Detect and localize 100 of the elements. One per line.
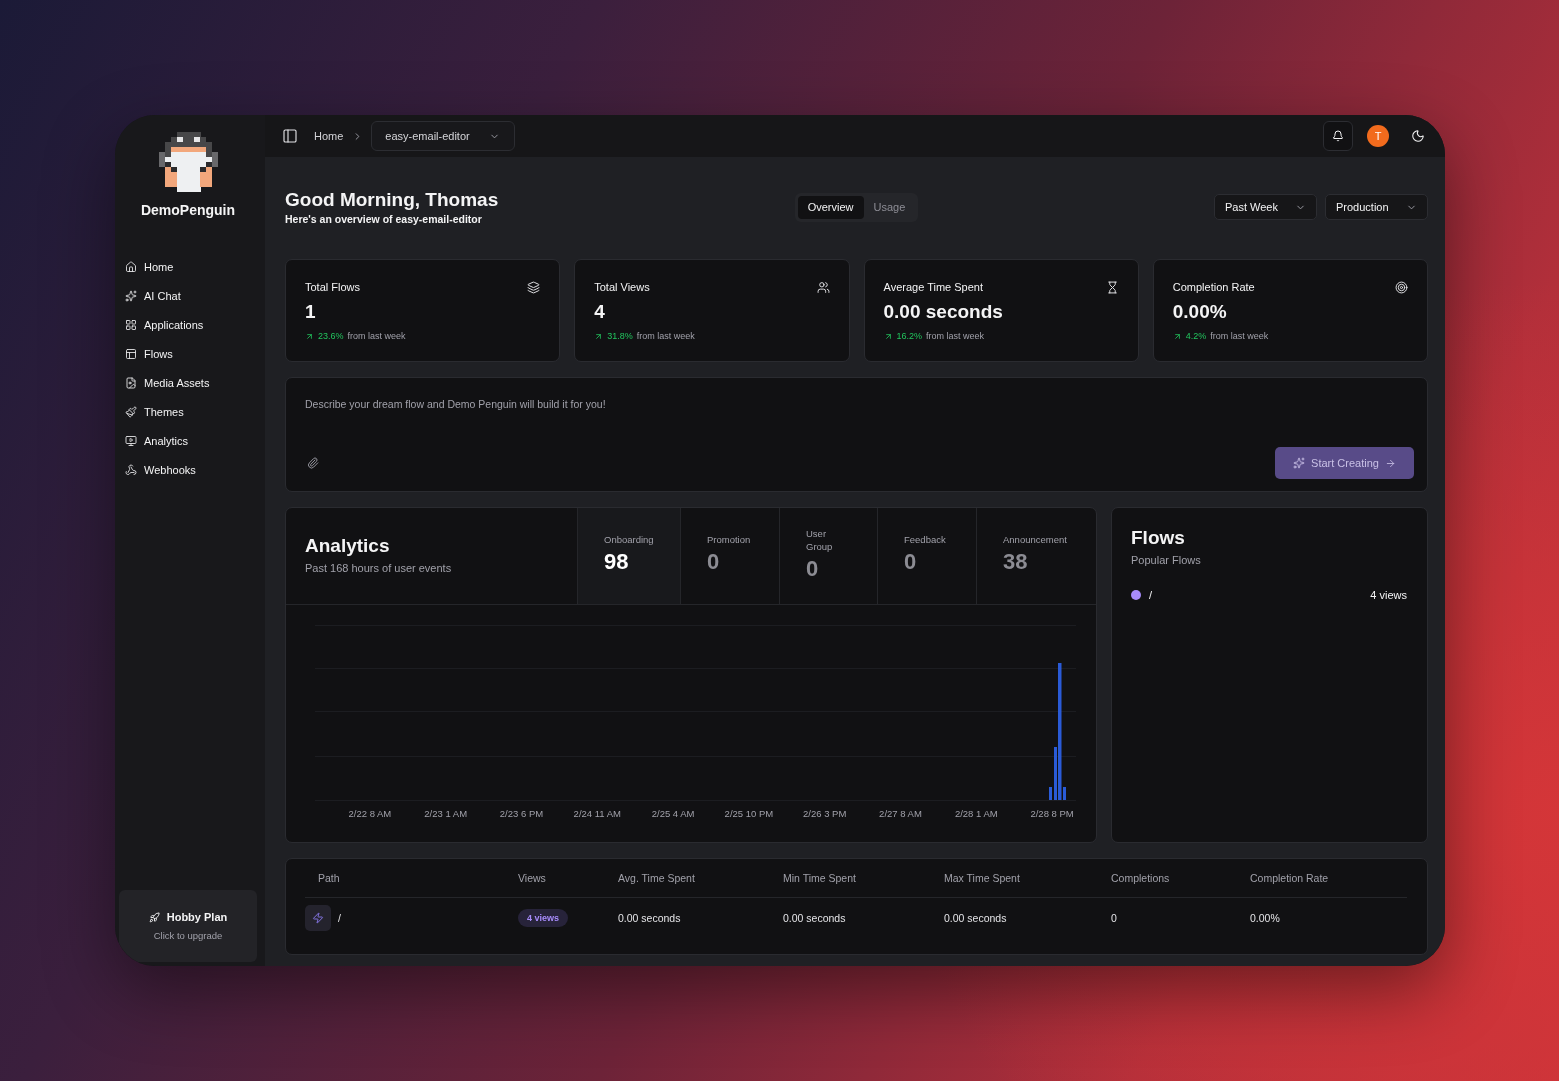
nav-item[interactable]: Themes [119,397,257,426]
layout-icon [125,347,137,360]
column-header: Completion Rate [1250,872,1329,884]
breadcrumb-link[interactable]: Home [314,130,344,142]
upgrade-hint: Click to upgrade [153,930,223,942]
axis-label: 2/25 10 PM [724,808,774,820]
column-header: Max Time Spent [944,872,1020,884]
event-tab[interactable]: User Group 0 [779,508,877,604]
axis-label: 2/26 3 PM [803,808,847,820]
greeting-title: Good Morning, Thomas [285,188,499,211]
axis-label: 2/24 11 AM [573,808,621,820]
table-cell: 0 [1111,912,1117,924]
axis-label: 2/28 8 PM [1030,808,1074,820]
column-header: Path [318,872,340,884]
monitor-icon [125,434,137,447]
column-header: Min Time Spent [783,872,856,884]
table-cell: 0.00 seconds [944,912,1007,924]
layers-icon [527,280,541,294]
stat-change-note: from last week [636,330,695,342]
brand-name: DemoPenguin [140,201,236,219]
nav-item[interactable]: Home [119,252,257,281]
flow-views: 4 views [1370,589,1407,601]
prompt-box[interactable]: Describe your dream flow and Demo Penguin will build it for you! Start Creating [285,377,1428,492]
nav-item[interactable]: AI Chat [119,281,257,310]
stat-change-note: from last week [926,330,985,342]
axis-label: 2/25 4 AM [651,808,695,820]
tab[interactable]: Overview [797,195,864,219]
house-icon [125,260,137,273]
axis-label: 2/23 1 AM [424,808,468,820]
stat-change: 31.8% [607,330,633,342]
panel-subtitle: Popular Flows [1131,553,1201,567]
stat-title: Total Views [594,280,650,294]
axis-label: 2/22 8 AM [348,808,392,820]
stat-value: 0.00 seconds [883,301,1003,323]
sparkles-icon [1293,457,1306,469]
plan-card[interactable]: Hobby Plan Click to upgrade [119,890,257,962]
paperclip-icon[interactable] [307,457,319,469]
start-creating-button[interactable]: Start Creating [1275,447,1414,479]
axis-label: 2/27 8 AM [879,808,922,820]
flow-path: / [1149,589,1153,601]
filter-dropdown[interactable]: Production [1325,194,1428,220]
column-header: Avg. Time Spent [618,872,695,884]
stat-title: Average Time Spent [883,280,983,294]
table-cell: 0.00 seconds [783,912,846,924]
notifications-button[interactable] [1323,121,1353,151]
stat-value: 0.00% [1172,301,1227,323]
webhook-icon [125,463,137,476]
stat-title: Completion Rate [1172,280,1255,294]
event-tab[interactable]: Onboarding 98 [577,508,680,604]
stat-value: 1 [305,301,316,323]
tab[interactable]: Usage [863,195,916,219]
project-dropdown[interactable]: easy-email-editor [371,121,516,151]
table-cell: 0.00% [1250,912,1280,924]
users-icon [816,280,830,294]
axis-label: 2/23 6 PM [499,808,544,820]
chart-bar [1049,787,1052,800]
stat-change-note: from last week [1210,330,1269,342]
event-tab[interactable]: Announcement 38 [976,508,1096,604]
penguin-logo-icon [158,132,218,192]
column-header: Views [518,872,546,884]
stat-title: Total Flows [305,280,361,294]
views-badge: 4 views [518,909,569,927]
stat-change: 4.2% [1185,330,1207,342]
arrow-up-right-icon [305,331,314,341]
sparkles-icon [125,289,137,302]
arrow-up-right-icon [883,331,893,341]
panel-title: Flows [1131,526,1185,549]
nav-item[interactable]: Analytics [119,426,257,455]
file-icon [125,376,137,389]
plan-name: Hobby Plan [166,910,228,924]
stat-value: 4 [594,301,605,323]
stat-change: 16.2% [896,330,923,342]
panel-subtitle: Past 168 hours of user events [305,561,452,575]
bell-icon [1332,130,1344,142]
table-cell: 0.00 seconds [618,912,681,924]
arrow-up-right-icon [1172,331,1182,341]
nav-item[interactable]: Webhooks [119,455,257,484]
arrow-right-icon [1384,457,1396,469]
target-icon [1395,280,1408,294]
nav-item[interactable]: Media Assets [119,368,257,397]
bolt-icon [305,905,331,931]
filter-dropdown[interactable]: Past Week [1214,194,1317,220]
stat-change: 23.6% [318,330,344,342]
paintbrush-icon [125,405,137,418]
column-header: Completions [1111,872,1170,884]
sidebar-toggle-icon[interactable] [282,128,298,144]
moon-icon[interactable] [1411,129,1425,143]
arrow-up-right-icon [594,331,604,341]
nav-item[interactable]: Flows [119,339,257,368]
panel-title: Analytics [305,534,390,557]
table-cell: / [338,912,341,924]
hourglass-icon [1105,280,1119,294]
prompt-field[interactable]: Describe your dream flow and Demo Penguin will build it for you! [305,397,1414,447]
event-tab[interactable]: Feedback 0 [877,508,976,604]
rocket-icon [148,911,160,923]
axis-label: 2/28 1 AM [954,808,998,820]
event-tab[interactable]: Promotion 0 [680,508,779,604]
nav-item[interactable]: Applications [119,310,257,339]
grid-icon [125,318,137,331]
greeting-subtitle: Here's an overview of easy-email-editor [285,213,482,226]
